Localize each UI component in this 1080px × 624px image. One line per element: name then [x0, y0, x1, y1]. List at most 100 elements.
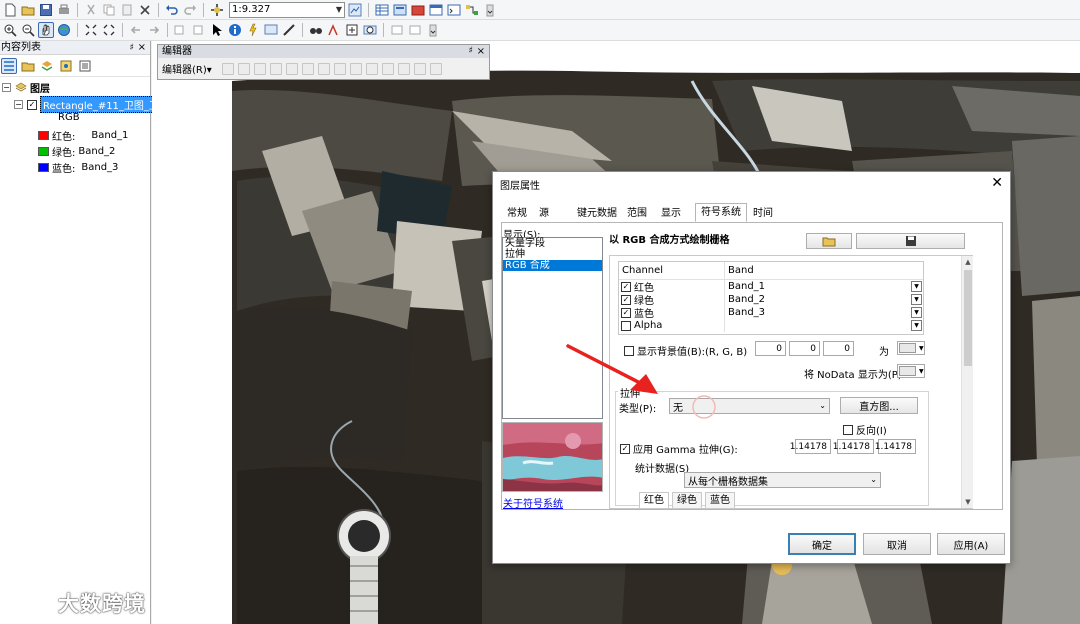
- invert-checkbox[interactable]: [843, 424, 853, 435]
- edit-vertices-icon[interactable]: [317, 62, 330, 75]
- undo-icon[interactable]: [164, 2, 180, 18]
- statistics-select[interactable]: 从每个栅格数据集 ⌄: [684, 472, 881, 488]
- band-legend-blue[interactable]: 蓝色: Band_3: [38, 160, 118, 175]
- select-elements-icon[interactable]: [209, 22, 225, 38]
- chevron-down-icon[interactable]: ▼: [911, 281, 922, 292]
- paste-icon[interactable]: [119, 2, 135, 18]
- chevron-down-icon[interactable]: ▼: [911, 320, 922, 331]
- gamma-green-input[interactable]: 1.14178: [833, 439, 874, 454]
- band-legend-red[interactable]: 红色: Band_1: [38, 128, 128, 143]
- trace-icon[interactable]: [285, 62, 298, 75]
- band-select-blue[interactable]: Band_3: [725, 307, 765, 318]
- close-icon[interactable]: ✕: [991, 175, 1003, 191]
- python-icon[interactable]: [446, 2, 462, 18]
- list-by-visibility-icon[interactable]: [39, 58, 55, 74]
- collapse-icon[interactable]: −: [14, 100, 23, 109]
- collapse-icon[interactable]: −: [2, 83, 11, 92]
- background-g-input[interactable]: 0: [789, 341, 820, 356]
- vertical-scrollbar[interactable]: ▲ ▼: [961, 256, 973, 508]
- tab-symbology[interactable]: 符号系统: [695, 203, 747, 222]
- model-builder-icon[interactable]: [464, 2, 480, 18]
- attributes-icon[interactable]: [397, 62, 410, 75]
- pin-icon[interactable]: ♯: [130, 41, 134, 55]
- save-icon[interactable]: [38, 2, 54, 18]
- tab-time[interactable]: 时间: [747, 205, 779, 222]
- scroll-down-icon[interactable]: ▼: [962, 496, 974, 508]
- histogram-button[interactable]: 直方图...: [840, 397, 918, 414]
- new-icon[interactable]: [2, 2, 18, 18]
- pin-icon[interactable]: ♯: [469, 45, 473, 58]
- renderer-item-vector-field[interactable]: 矢量字段: [503, 238, 602, 249]
- import-symbology-button[interactable]: [806, 233, 852, 249]
- full-extent-icon[interactable]: [56, 22, 72, 38]
- redo-icon[interactable]: [182, 2, 198, 18]
- table-icon[interactable]: [374, 2, 390, 18]
- open-icon[interactable]: [20, 2, 36, 18]
- editor-toolbar-icon[interactable]: [347, 2, 363, 18]
- tab-display[interactable]: 显示: [655, 205, 687, 222]
- scroll-up-icon[interactable]: ▲: [962, 256, 974, 268]
- save-symbology-button[interactable]: [856, 233, 965, 249]
- reshape-icon[interactable]: [333, 62, 346, 75]
- band-legend-green[interactable]: 绿色: Band_2: [38, 144, 115, 159]
- editor-menu[interactable]: 编辑器(R)▾: [162, 61, 218, 76]
- measure-icon[interactable]: [281, 22, 297, 38]
- gamma-blue-input[interactable]: 1.14178: [875, 439, 916, 454]
- channel-checkbox-green[interactable]: ✓: [621, 294, 631, 305]
- background-color-picker[interactable]: ▼: [897, 341, 925, 355]
- create-features-icon[interactable]: [429, 62, 442, 75]
- renderer-item-stretched[interactable]: 拉伸: [503, 249, 602, 260]
- stat-tab-red[interactable]: 红色: [639, 492, 669, 508]
- layer-name[interactable]: Rectangle_#11_卫图_卫: [40, 96, 162, 113]
- time-slider-icon[interactable]: [362, 22, 378, 38]
- hyperlink-icon[interactable]: [245, 22, 261, 38]
- cut-polygons-icon[interactable]: [349, 62, 362, 75]
- find-route-icon[interactable]: [326, 22, 342, 38]
- channel-checkbox-alpha[interactable]: [621, 320, 631, 331]
- clear-selection-icon[interactable]: [191, 22, 207, 38]
- gamma-checkbox[interactable]: ✓: [620, 443, 630, 454]
- background-r-input[interactable]: 0: [755, 341, 786, 356]
- list-by-source-icon[interactable]: [20, 58, 36, 74]
- split-icon[interactable]: [365, 62, 378, 75]
- list-by-drawing-order-icon[interactable]: [1, 57, 17, 74]
- point-icon[interactable]: [301, 62, 314, 75]
- channel-checkbox-red[interactable]: ✓: [621, 281, 631, 292]
- scrollbar-thumb[interactable]: [964, 270, 972, 366]
- nodata-color-picker[interactable]: ▼: [897, 364, 925, 378]
- edit-tool-icon[interactable]: [221, 62, 234, 75]
- fixed-zoom-out-icon[interactable]: [101, 22, 117, 38]
- chevron-down-icon[interactable]: ▼: [911, 294, 922, 305]
- pan-icon[interactable]: [38, 22, 54, 38]
- tab-extent[interactable]: 范围: [623, 205, 651, 222]
- cancel-button[interactable]: 取消: [863, 533, 931, 555]
- tab-source[interactable]: 源: [533, 205, 555, 222]
- toolbar-overflow-icon[interactable]: [482, 2, 498, 18]
- delete-icon[interactable]: [137, 2, 153, 18]
- background-b-input[interactable]: 0: [823, 341, 854, 356]
- catalog-icon[interactable]: [392, 2, 408, 18]
- add-data-icon[interactable]: [209, 2, 225, 18]
- sketch-properties-icon[interactable]: [413, 62, 426, 75]
- copy-icon[interactable]: [101, 2, 117, 18]
- tab-general[interactable]: 常规: [501, 205, 533, 222]
- layers-group-row[interactable]: − 图层: [2, 80, 50, 95]
- straight-segment-icon[interactable]: [253, 62, 266, 75]
- channel-checkbox-blue[interactable]: ✓: [621, 307, 631, 318]
- tab-key-metadata[interactable]: 键元数据: [571, 205, 623, 222]
- rotate-icon[interactable]: [381, 62, 394, 75]
- toolbar-overflow-icon[interactable]: [425, 22, 441, 38]
- close-icon[interactable]: ×: [477, 45, 485, 58]
- cut-icon[interactable]: [83, 2, 99, 18]
- stat-tab-blue[interactable]: 蓝色: [705, 492, 735, 508]
- toc-options-icon[interactable]: [77, 58, 93, 74]
- gamma-red-input[interactable]: 1.14178: [790, 439, 831, 454]
- band-select-green[interactable]: Band_2: [725, 294, 765, 305]
- endpoint-arc-icon[interactable]: [269, 62, 282, 75]
- back-extent-icon[interactable]: [128, 22, 144, 38]
- find-icon[interactable]: [308, 22, 324, 38]
- arctoolbox-icon[interactable]: [410, 2, 426, 18]
- stat-tab-green[interactable]: 绿色: [672, 492, 702, 508]
- select-features-icon[interactable]: [173, 22, 189, 38]
- ok-button[interactable]: 确定: [788, 533, 856, 555]
